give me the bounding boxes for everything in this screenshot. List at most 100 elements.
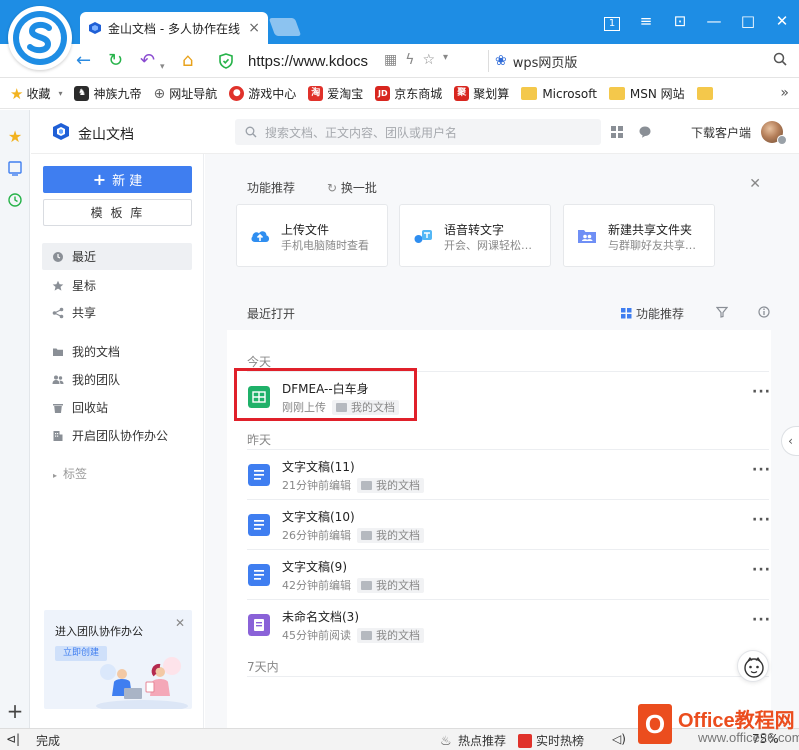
- file-name[interactable]: 文字文稿(11): [282, 458, 355, 475]
- home-icon[interactable]: ⌂: [182, 50, 193, 72]
- app-search-input[interactable]: 搜索文档、正文内容、团队或用户名: [235, 119, 601, 145]
- office26-watermark: O Office教程网 www.office26.com: [638, 700, 799, 750]
- template-library-button[interactable]: 模 板 库: [43, 199, 192, 226]
- file-row[interactable]: 文字文稿(11) 21分钟前编辑 我的文档 ···: [227, 450, 771, 499]
- customer-service-icon[interactable]: [737, 650, 769, 682]
- file-location[interactable]: 我的文档: [357, 627, 424, 643]
- address-dropdown-icon[interactable]: ▾: [443, 52, 448, 68]
- history-clock-icon[interactable]: [6, 192, 24, 210]
- juhuasuan-icon: 聚: [454, 86, 470, 101]
- new-tab-button[interactable]: [268, 18, 302, 36]
- apps-grid-icon[interactable]: [610, 125, 624, 139]
- file-name[interactable]: 文字文稿(10): [282, 508, 355, 525]
- bookmark-games[interactable]: ● 游戏中心: [229, 85, 296, 102]
- kdocs-logo-icon[interactable]: [51, 122, 71, 142]
- bookmark-favorites[interactable]: ★ 收藏 ▾: [10, 85, 62, 103]
- favorites-star-icon[interactable]: ★: [6, 128, 24, 146]
- sidebar-item-shared[interactable]: 共享: [42, 299, 192, 326]
- filter-icon[interactable]: [716, 306, 728, 318]
- function-recommend-toggle[interactable]: 功能推荐: [621, 305, 684, 322]
- file-row[interactable]: 文字文稿(9) 42分钟前编辑 我的文档 ···: [227, 550, 771, 599]
- realtime-hot-link[interactable]: 实时热榜: [518, 732, 584, 749]
- qrcode-icon[interactable]: ▦: [384, 52, 397, 68]
- bookmark-microsoft[interactable]: Microsoft: [521, 87, 597, 101]
- bookmark-folder[interactable]: [696, 87, 718, 100]
- sidebar-item-starred[interactable]: 星标: [42, 272, 192, 299]
- file-name[interactable]: 文字文稿(9): [282, 558, 347, 575]
- sidebar-tags[interactable]: ▸ 标签: [53, 465, 87, 482]
- more-options-icon[interactable]: ···: [752, 562, 771, 578]
- url-text[interactable]: https://www.kdocs: [248, 53, 368, 70]
- bookmark-msn[interactable]: MSN 网站: [608, 85, 685, 102]
- folder-icon: [608, 87, 625, 100]
- bookmark-nav[interactable]: ⊕ 网址导航: [154, 85, 218, 102]
- window-count-icon[interactable]: 1: [595, 8, 629, 34]
- bookmark-juhuasuan[interactable]: 聚 聚划算: [454, 85, 509, 102]
- bookmark-jd[interactable]: JD 京东商城: [375, 85, 442, 102]
- close-window-button[interactable]: ✕: [765, 8, 799, 34]
- feature-card-shared-folder[interactable]: 新建共享文件夹 与群聊好友共享…: [563, 204, 715, 267]
- recommend-close-icon[interactable]: ✕: [749, 176, 761, 192]
- file-name[interactable]: 未命名文档(3): [282, 608, 359, 625]
- add-sidebar-icon[interactable]: +: [6, 701, 24, 721]
- lightning-icon[interactable]: ϟ: [405, 52, 414, 68]
- skin-icon[interactable]: ⊡: [663, 8, 697, 34]
- bookmark-shenzu[interactable]: ♞ 神族九帝: [74, 85, 142, 102]
- card-title: 上传文件: [281, 223, 330, 237]
- hot-search-link[interactable]: ♨ 热点推荐: [440, 732, 506, 749]
- undo-dropdown-icon[interactable]: ▾: [160, 56, 165, 78]
- browser-search-box[interactable]: ❀ wps网页版: [488, 50, 758, 72]
- jd-icon: JD: [375, 86, 391, 101]
- more-options-icon[interactable]: ···: [752, 462, 771, 478]
- file-row[interactable]: 未命名文档(3) 45分钟前阅读 我的文档 ···: [227, 600, 771, 649]
- promo-close-icon[interactable]: ✕: [175, 616, 185, 630]
- more-options-icon[interactable]: ···: [752, 612, 771, 628]
- more-options-icon[interactable]: ···: [752, 512, 771, 528]
- back-arrow-icon[interactable]: ←: [76, 50, 91, 72]
- sidebar-toggle-icon[interactable]: ⊲|: [6, 732, 20, 746]
- folder-icon: [361, 530, 372, 540]
- favorite-star-icon[interactable]: ☆: [422, 52, 435, 68]
- chevron-left-icon[interactable]: ‹: [781, 426, 799, 456]
- file-location[interactable]: 我的文档: [357, 577, 424, 593]
- star-icon: [52, 280, 64, 291]
- secure-shield-icon: [219, 53, 233, 69]
- minimize-button[interactable]: —: [697, 8, 731, 34]
- tab-close-icon[interactable]: ×: [248, 20, 260, 36]
- more-options-icon[interactable]: ···: [752, 384, 771, 400]
- refresh-icon[interactable]: ↻: [108, 50, 123, 72]
- info-icon[interactable]: [758, 306, 770, 318]
- new-button-label: 新 建: [112, 174, 143, 189]
- bookmark-taobao[interactable]: 淘 爱淘宝: [308, 85, 363, 102]
- search-icon[interactable]: [773, 52, 787, 66]
- undo-icon[interactable]: ↶: [140, 50, 155, 72]
- menu-icon[interactable]: ≡: [629, 8, 663, 34]
- feature-card-voice[interactable]: 语音转文字 开会、网课轻松…: [399, 204, 551, 267]
- new-button[interactable]: + 新 建: [43, 166, 192, 193]
- app-name[interactable]: 金山文档: [78, 124, 134, 144]
- avatar-status-icon: [777, 135, 787, 145]
- sidebar-item-my-docs[interactable]: 我的文档: [42, 338, 192, 365]
- feature-card-upload[interactable]: 上传文件 手机电脑随时查看: [236, 204, 388, 267]
- sidebar-item-recent[interactable]: 最近: [42, 243, 192, 270]
- bookmarks-more-icon[interactable]: »: [780, 85, 789, 101]
- maximize-button[interactable]: □: [731, 8, 765, 34]
- reader-icon[interactable]: [6, 160, 24, 178]
- sidebar-item-my-team[interactable]: 我的团队: [42, 366, 192, 393]
- sidebar-item-label: 共享: [72, 306, 97, 320]
- browser-search-text[interactable]: wps网页版: [513, 52, 578, 71]
- download-client-link[interactable]: 下载客户端: [691, 124, 751, 141]
- file-location[interactable]: 我的文档: [357, 527, 424, 543]
- sidebar-item-trash[interactable]: 回收站: [42, 394, 192, 421]
- refresh-batch-button[interactable]: ↻ 换一批: [327, 179, 377, 196]
- file-row[interactable]: 文字文稿(10) 26分钟前编辑 我的文档 ···: [227, 500, 771, 549]
- card-subtitle: 与群聊好友共享…: [608, 239, 696, 252]
- sidebar-item-team-office[interactable]: 开启团队协作办公: [42, 422, 192, 449]
- file-meta: 26分钟前编辑 我的文档: [282, 527, 424, 543]
- file-location[interactable]: 我的文档: [357, 477, 424, 493]
- speaker-icon[interactable]: ◁): [612, 732, 626, 746]
- sogou-browser-logo[interactable]: [8, 6, 72, 70]
- browser-tab-active[interactable]: 金山文档 - 多人协作在线 ×: [80, 12, 268, 44]
- message-icon[interactable]: [638, 125, 652, 139]
- document-file-icon: [248, 564, 270, 586]
